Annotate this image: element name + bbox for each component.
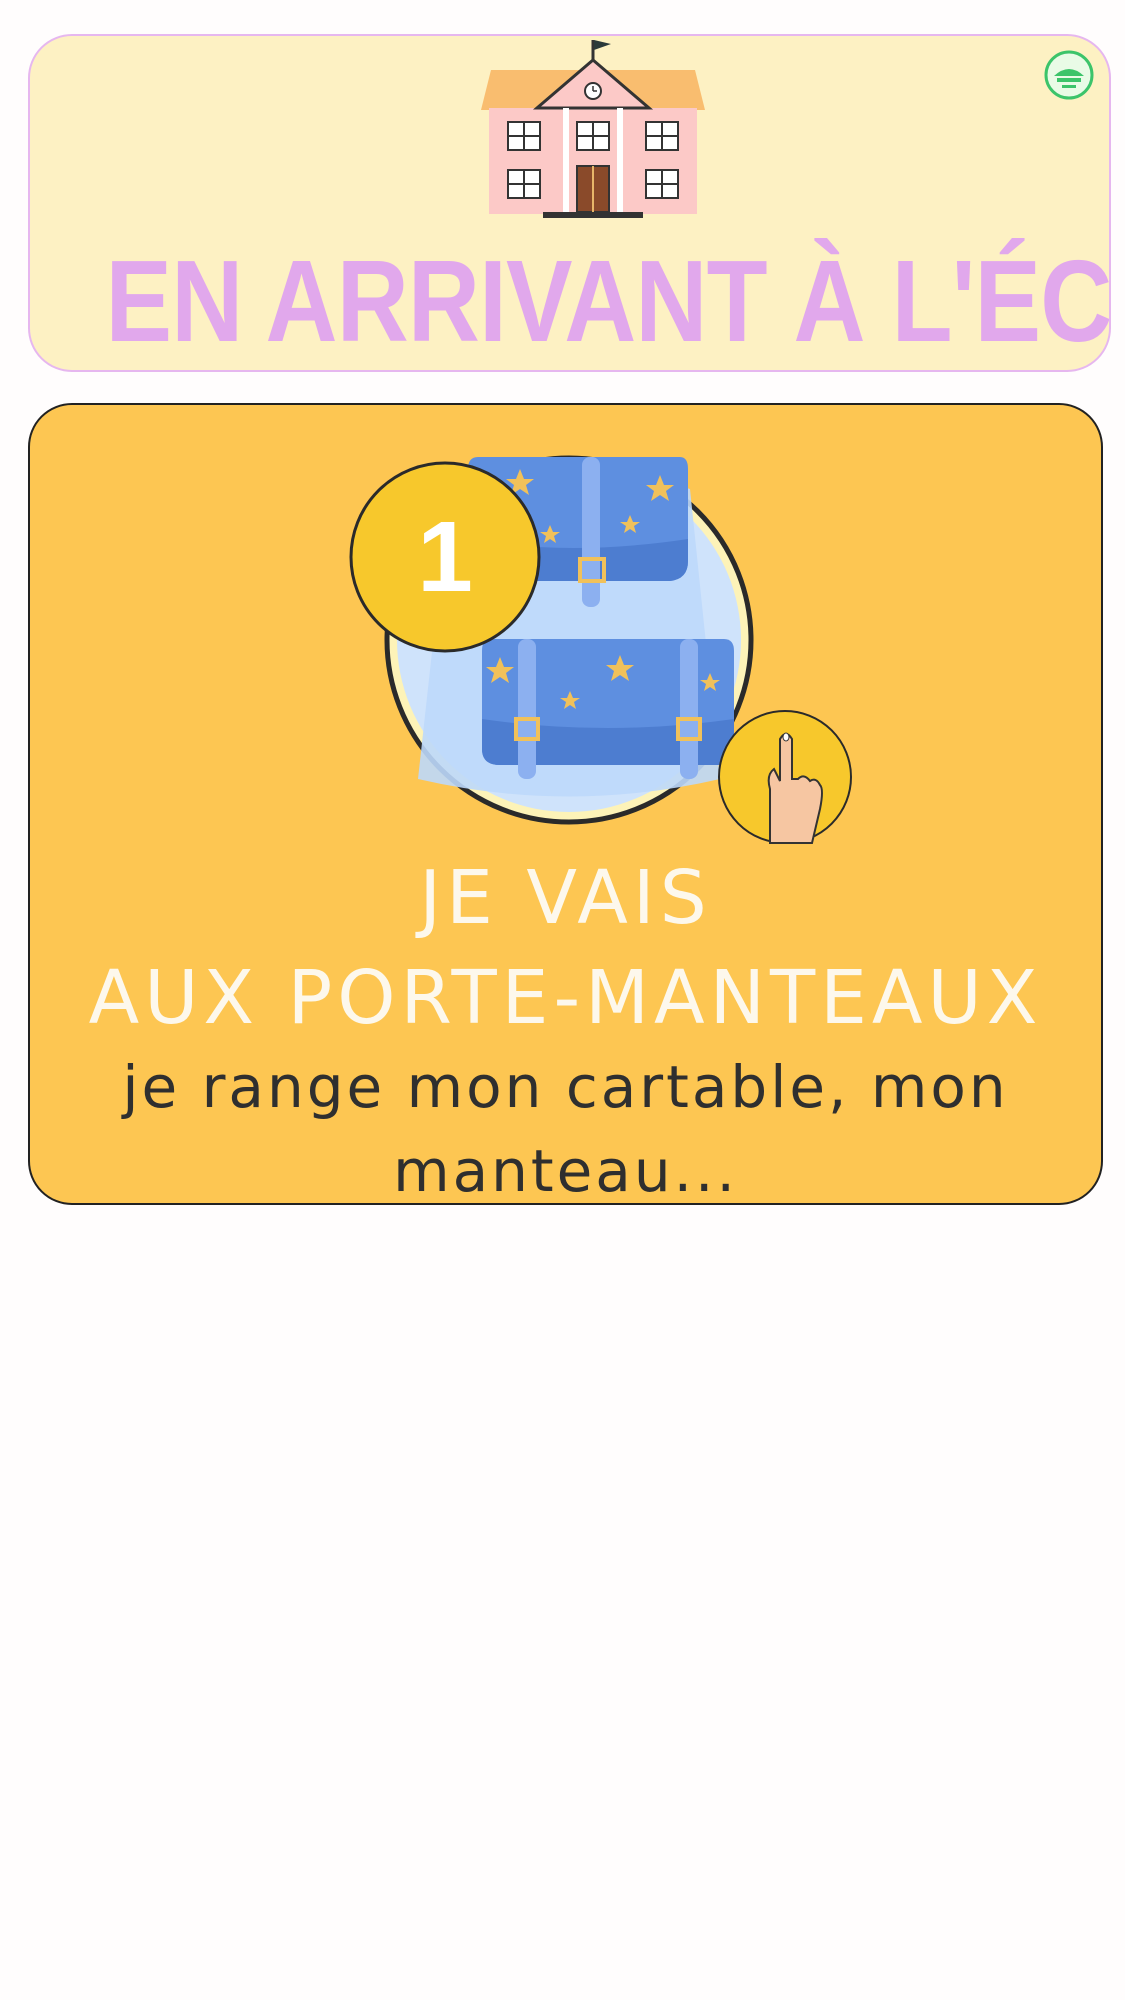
instruction-text: je range mon cartable, mon manteau... <box>122 1053 1009 1205</box>
step-number: 1 <box>417 501 473 613</box>
school-building-icon <box>481 40 705 218</box>
backpack-icon: 1 <box>349 455 852 844</box>
circular-badge-logo-icon <box>1044 50 1094 100</box>
header-banner: EN ARRIVANT À L'ÉCOLE <box>28 34 1111 372</box>
page-title: EN ARRIVANT À L'ÉCOLE <box>105 236 1111 366</box>
step-card: 1 JE VAIS AUX PORTE-MANTEAUX je range mo… <box>28 403 1103 1205</box>
heading-line-2: AUX PORTE-MANTEAUX <box>88 955 1043 1041</box>
heading-line-1: JE VAIS <box>419 855 712 941</box>
